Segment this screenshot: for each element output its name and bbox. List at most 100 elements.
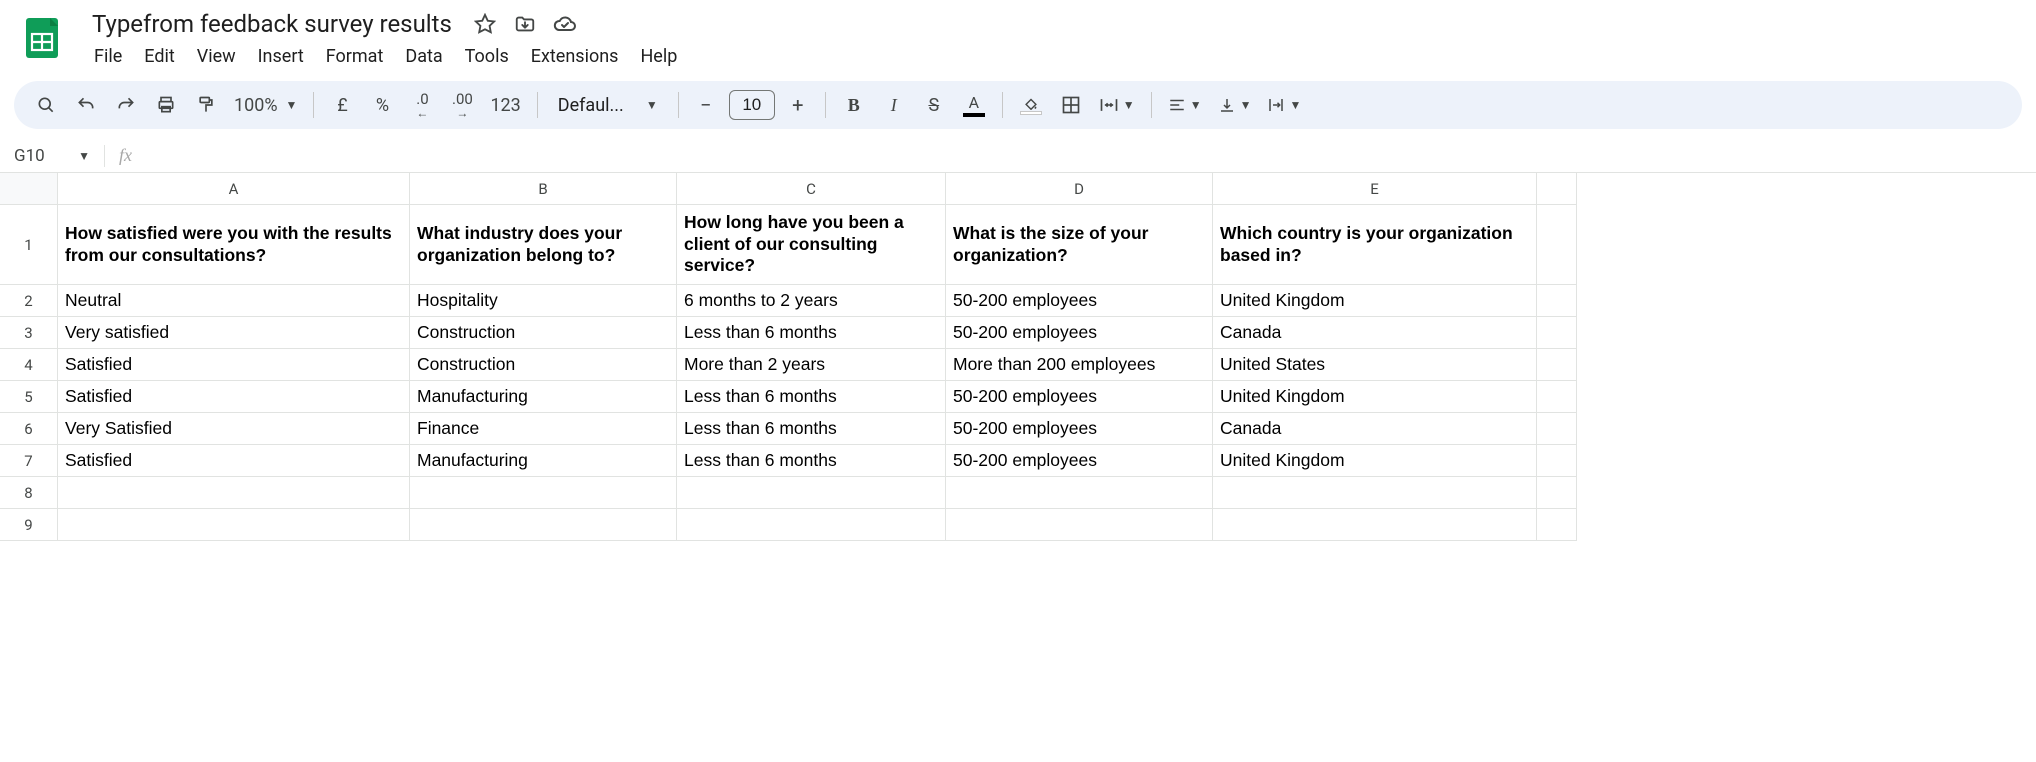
- search-icon[interactable]: [28, 87, 64, 123]
- cell-f1[interactable]: [1537, 205, 1577, 285]
- fill-color-button[interactable]: [1013, 87, 1049, 123]
- cell-a9[interactable]: [58, 509, 410, 541]
- decrease-decimal-button[interactable]: .0 ←: [404, 87, 440, 123]
- cell-c6[interactable]: Less than 6 months: [677, 413, 946, 445]
- cell-e1[interactable]: Which country is your organization based…: [1213, 205, 1537, 285]
- cell-a5[interactable]: Satisfied: [58, 381, 410, 413]
- cell-a7[interactable]: Satisfied: [58, 445, 410, 477]
- menu-view[interactable]: View: [187, 42, 246, 71]
- star-icon[interactable]: [472, 11, 498, 37]
- menu-file[interactable]: File: [84, 42, 132, 71]
- text-wrap-button[interactable]: ▼: [1261, 87, 1307, 123]
- menu-extensions[interactable]: Extensions: [521, 42, 629, 71]
- row-header-5[interactable]: 5: [0, 381, 58, 413]
- cell-a2[interactable]: Neutral: [58, 285, 410, 317]
- cell-b2[interactable]: Hospitality: [410, 285, 677, 317]
- cell-b4[interactable]: Construction: [410, 349, 677, 381]
- row-header-9[interactable]: 9: [0, 509, 58, 541]
- column-header-d[interactable]: D: [946, 173, 1213, 205]
- cell-d4[interactable]: More than 200 employees: [946, 349, 1213, 381]
- cell-e9[interactable]: [1213, 509, 1537, 541]
- formula-input[interactable]: [140, 139, 2036, 172]
- cell-f5[interactable]: [1537, 381, 1577, 413]
- cell-e8[interactable]: [1213, 477, 1537, 509]
- bold-button[interactable]: B: [836, 87, 872, 123]
- cell-b3[interactable]: Construction: [410, 317, 677, 349]
- cell-c5[interactable]: Less than 6 months: [677, 381, 946, 413]
- cell-e3[interactable]: Canada: [1213, 317, 1537, 349]
- cell-b8[interactable]: [410, 477, 677, 509]
- cell-b9[interactable]: [410, 509, 677, 541]
- row-header-7[interactable]: 7: [0, 445, 58, 477]
- horizontal-align-button[interactable]: ▼: [1162, 87, 1208, 123]
- merge-cells-button[interactable]: ▼: [1093, 87, 1141, 123]
- cell-d9[interactable]: [946, 509, 1213, 541]
- document-title[interactable]: Typefrom feedback survey results: [86, 8, 458, 40]
- cell-f2[interactable]: [1537, 285, 1577, 317]
- name-box[interactable]: G10 ▼: [0, 139, 98, 172]
- select-all-corner[interactable]: [0, 173, 58, 205]
- column-header-b[interactable]: B: [410, 173, 677, 205]
- menu-edit[interactable]: Edit: [134, 42, 184, 71]
- menu-format[interactable]: Format: [316, 42, 394, 71]
- paint-format-icon[interactable]: [188, 87, 224, 123]
- font-size-input[interactable]: [729, 90, 775, 120]
- text-color-button[interactable]: A: [956, 87, 992, 123]
- menu-tools[interactable]: Tools: [455, 42, 519, 71]
- cell-a4[interactable]: Satisfied: [58, 349, 410, 381]
- cell-b5[interactable]: Manufacturing: [410, 381, 677, 413]
- cell-b7[interactable]: Manufacturing: [410, 445, 677, 477]
- cell-a1[interactable]: How satisfied were you with the results …: [58, 205, 410, 285]
- cell-d1[interactable]: What is the size of your organization?: [946, 205, 1213, 285]
- redo-icon[interactable]: [108, 87, 144, 123]
- strikethrough-button[interactable]: S: [916, 87, 952, 123]
- cell-a8[interactable]: [58, 477, 410, 509]
- increase-decimal-button[interactable]: .00 →: [444, 87, 480, 123]
- vertical-align-button[interactable]: ▼: [1212, 87, 1258, 123]
- italic-button[interactable]: I: [876, 87, 912, 123]
- cell-d6[interactable]: 50-200 employees: [946, 413, 1213, 445]
- currency-button[interactable]: £: [324, 87, 360, 123]
- number-format-button[interactable]: 123: [484, 87, 526, 123]
- cell-c4[interactable]: More than 2 years: [677, 349, 946, 381]
- cell-c1[interactable]: How long have you been a client of our c…: [677, 205, 946, 285]
- row-header-2[interactable]: 2: [0, 285, 58, 317]
- cell-c8[interactable]: [677, 477, 946, 509]
- cell-f3[interactable]: [1537, 317, 1577, 349]
- zoom-dropdown[interactable]: 100% ▼: [228, 87, 303, 123]
- cell-e6[interactable]: Canada: [1213, 413, 1537, 445]
- cell-f7[interactable]: [1537, 445, 1577, 477]
- row-header-8[interactable]: 8: [0, 477, 58, 509]
- cell-e7[interactable]: United Kingdom: [1213, 445, 1537, 477]
- cell-c9[interactable]: [677, 509, 946, 541]
- row-header-1[interactable]: 1: [0, 205, 58, 285]
- cell-a3[interactable]: Very satisfied: [58, 317, 410, 349]
- font-dropdown[interactable]: Defaul... ▼: [548, 87, 668, 123]
- cell-f6[interactable]: [1537, 413, 1577, 445]
- column-header-c[interactable]: C: [677, 173, 946, 205]
- move-icon[interactable]: [512, 11, 538, 37]
- cell-f8[interactable]: [1537, 477, 1577, 509]
- cell-d8[interactable]: [946, 477, 1213, 509]
- cell-c3[interactable]: Less than 6 months: [677, 317, 946, 349]
- cell-f9[interactable]: [1537, 509, 1577, 541]
- increase-font-size-button[interactable]: +: [781, 88, 815, 122]
- row-header-6[interactable]: 6: [0, 413, 58, 445]
- sheets-app-icon[interactable]: [16, 12, 68, 64]
- cell-c2[interactable]: 6 months to 2 years: [677, 285, 946, 317]
- menu-data[interactable]: Data: [395, 42, 452, 71]
- cell-e2[interactable]: United Kingdom: [1213, 285, 1537, 317]
- column-header-f[interactable]: [1537, 173, 1577, 205]
- cell-b6[interactable]: Finance: [410, 413, 677, 445]
- percent-button[interactable]: %: [364, 87, 400, 123]
- cell-e5[interactable]: United Kingdom: [1213, 381, 1537, 413]
- decrease-font-size-button[interactable]: −: [689, 88, 723, 122]
- cell-d7[interactable]: 50-200 employees: [946, 445, 1213, 477]
- cell-e4[interactable]: United States: [1213, 349, 1537, 381]
- menu-insert[interactable]: Insert: [248, 42, 314, 71]
- undo-icon[interactable]: [68, 87, 104, 123]
- column-header-e[interactable]: E: [1213, 173, 1537, 205]
- cloud-status-icon[interactable]: [552, 11, 578, 37]
- cell-b1[interactable]: What industry does your organization bel…: [410, 205, 677, 285]
- menu-help[interactable]: Help: [630, 42, 687, 71]
